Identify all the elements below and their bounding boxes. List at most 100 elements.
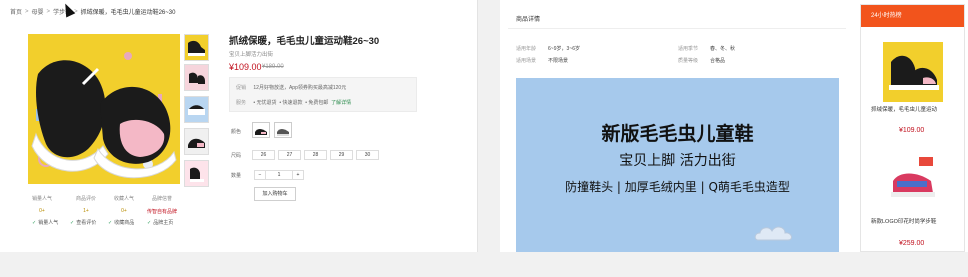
- check-icon: ✓: [70, 220, 75, 226]
- stat-value: 传智自有品牌: [146, 209, 177, 215]
- product-price: ¥109.00: [229, 62, 262, 72]
- hot-item-name[interactable]: 新款LOGO印花时尚学步鞋: [871, 217, 936, 225]
- color-swatch-1[interactable]: [252, 122, 270, 138]
- quantity-increase-button[interactable]: +: [293, 171, 303, 179]
- stat-label: 商品评价: [75, 196, 96, 202]
- banner-subheadline: 宝贝上脚 活力出街: [619, 153, 736, 169]
- stat-label: 销量人气: [31, 196, 52, 202]
- divider: [508, 28, 846, 29]
- breadcrumb: 首页 > 母婴 > 学步鞋 > 抓绒保暖，毛毛虫儿童运动鞋26~30: [10, 7, 176, 17]
- service-item: • 免费包邮: [305, 100, 329, 106]
- shoe-thumbnail-icon: [891, 157, 935, 197]
- hot-item-price: ¥109.00: [899, 127, 925, 134]
- brand-home-link[interactable]: ✓ 品牌主页: [147, 219, 173, 226]
- color-swatch-2[interactable]: [274, 122, 292, 138]
- size-option[interactable]: 27: [278, 150, 301, 160]
- product-title: 抓绒保暖，毛毛虫儿童运动鞋26~30: [229, 36, 380, 47]
- hot-list-title: 24小时热榜: [861, 5, 964, 27]
- size-option[interactable]: 30: [356, 150, 379, 160]
- spec-key: 适用场景: [516, 58, 537, 64]
- size-option[interactable]: 28: [304, 150, 327, 160]
- favorite-product-link[interactable]: ✓ 收藏商品: [108, 219, 134, 226]
- color-label: 颜色: [231, 129, 242, 135]
- stat-label: 收藏人气: [113, 196, 134, 202]
- breadcrumb-separator: >: [25, 8, 29, 15]
- check-icon: ✓: [32, 220, 37, 226]
- shoe-thumbnail-icon: [889, 55, 939, 90]
- shoe-thumbnail-icon: [188, 40, 205, 56]
- stat-value: 0+: [121, 208, 127, 214]
- banner-features: 防撞鞋头 | 加厚毛绒内里 | Q萌毛毛虫造型: [565, 180, 790, 194]
- size-option[interactable]: 29: [330, 150, 353, 160]
- shoe-thumbnail-icon: [188, 138, 205, 148]
- cloud-icon: [754, 226, 793, 241]
- shoe-swatch-icon: [255, 129, 267, 135]
- hot-item-name[interactable]: 抓绒保暖，毛毛虫儿童运动: [871, 105, 937, 113]
- breadcrumb-category[interactable]: 母婴: [32, 7, 44, 16]
- size-label: 尺码: [231, 153, 242, 159]
- spec-scene: 适用场景 不限场景: [516, 57, 568, 64]
- spec-quality: 质量等级 合格品: [678, 57, 725, 64]
- view-reviews-link[interactable]: ✓ 查看评价: [70, 219, 96, 226]
- product-old-price: ¥189.00: [262, 64, 284, 70]
- shoe-thumbnail-icon: [190, 167, 204, 182]
- service-link-label: 销量人气: [38, 220, 59, 226]
- promo-box: 促销 12月好物放送，App领券购买最高减120元 服务 • 无忧退货 • 快速…: [229, 77, 417, 112]
- spec-age: 适用年龄 6~9岁，3~6岁: [516, 45, 580, 52]
- stat-value: 1+: [83, 208, 89, 214]
- spec-value: 合格品: [710, 58, 726, 64]
- promo-row: 促销 12月好物放送，App领券购买最高减120元: [236, 84, 346, 91]
- size-option[interactable]: 26: [252, 150, 275, 160]
- product-subtitle: 宝贝上脚活力出街: [229, 52, 274, 58]
- thumbnail-4[interactable]: [184, 128, 209, 155]
- service-link-label: 收藏商品: [114, 220, 135, 226]
- thumbnail-2[interactable]: [184, 64, 209, 91]
- thumbnail-5[interactable]: [184, 160, 209, 187]
- banner-headline: 新版毛毛虫儿童鞋: [601, 123, 754, 145]
- shoe-thumbnail-icon: [188, 105, 205, 115]
- shoe-thumbnail-icon: [189, 72, 205, 84]
- shoe-swatch-icon: [277, 129, 289, 136]
- spec-key: 适用年龄: [516, 46, 537, 52]
- quantity-decrease-button[interactable]: −: [255, 171, 265, 179]
- stat-favorites: 收藏人气 0+: [106, 195, 142, 214]
- stat-brand: 品牌信誉 传智自有品牌: [144, 195, 180, 215]
- breadcrumb-current: 抓绒保暖，毛毛虫儿童运动鞋26~30: [80, 10, 176, 16]
- promo-label: 促销: [236, 85, 247, 91]
- check-icon: ✓: [108, 220, 113, 226]
- quantity-label: 数量: [231, 173, 242, 179]
- hot-item-image[interactable]: [883, 42, 943, 102]
- service-item: • 快速退款: [279, 100, 303, 106]
- hot-list-panel: 24小时热榜 抓绒保暖，毛毛虫儿童运动 ¥109.00 新款LOGO印花时尚学步…: [860, 4, 965, 252]
- stat-value: 0+: [39, 208, 45, 214]
- breadcrumb-home[interactable]: 首页: [10, 7, 22, 16]
- add-to-cart-button[interactable]: 加入购物车: [254, 187, 296, 201]
- thumbnail-1[interactable]: [184, 34, 209, 61]
- hot-item-image[interactable]: [883, 151, 943, 211]
- thumbnail-3[interactable]: [184, 96, 209, 123]
- details-banner: 新版毛毛虫儿童鞋 宝贝上脚 活力出街 防撞鞋头 | 加厚毛绒内里 | Q萌毛毛虫…: [516, 78, 839, 252]
- shoe-illustration: [28, 34, 180, 184]
- service-item: • 无忧退货: [253, 100, 277, 106]
- quantity-input[interactable]: 1: [265, 171, 293, 179]
- check-icon: ✓: [147, 220, 152, 226]
- stat-label: 品牌信誉: [151, 196, 172, 202]
- service-details-link[interactable]: 了解详情: [331, 100, 351, 106]
- breadcrumb-separator: >: [46, 8, 51, 15]
- spec-value: 6~9岁，3~6岁: [548, 46, 580, 52]
- spec-value: 春、冬、秋: [710, 46, 736, 52]
- sales-popularity-link[interactable]: ✓ 销量人气: [32, 219, 58, 226]
- service-link-label: 品牌主页: [153, 220, 174, 226]
- promo-text: 12月好物放送，App领券购买最高减120元: [253, 85, 347, 91]
- hot-item-price: ¥259.00: [899, 240, 925, 247]
- stat-reviews: 商品评价 1+: [68, 195, 104, 214]
- quantity-stepper: − 1 +: [254, 170, 304, 180]
- service-row: 服务 • 无忧退货 • 快速退款 • 免费包邮 了解详情: [236, 99, 351, 106]
- service-label: 服务: [236, 100, 247, 106]
- spec-key: 适用季节: [678, 46, 699, 52]
- spec-key: 质量等级: [678, 58, 699, 64]
- spec-value: 不限场景: [548, 58, 569, 64]
- details-tab-title[interactable]: 商品详情: [516, 14, 540, 23]
- product-main-image[interactable]: [28, 34, 180, 184]
- service-link-label: 查看评价: [76, 220, 97, 226]
